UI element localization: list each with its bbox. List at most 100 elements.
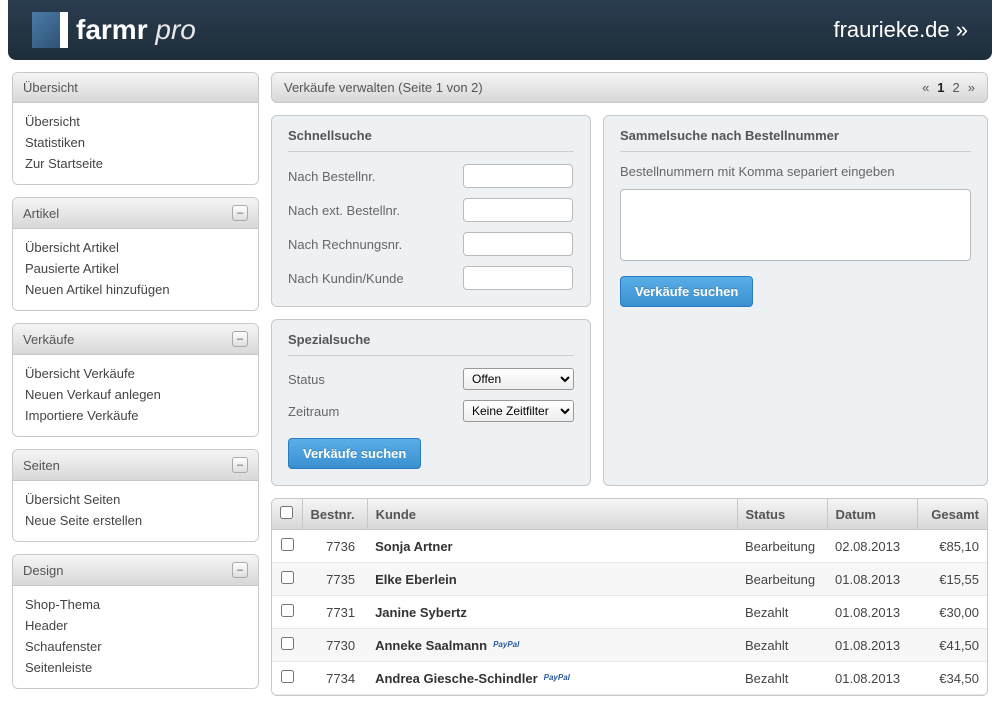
pagination-prev[interactable]: « xyxy=(922,80,929,95)
table-row: 7730Anneke SaalmannPayPalBezahlt01.08.20… xyxy=(272,629,987,662)
checkbox-select-all[interactable] xyxy=(280,506,293,519)
cell-kunde[interactable]: Sonja Artner xyxy=(367,530,737,563)
input-bestellnr[interactable] xyxy=(463,164,573,188)
sidebar-section-body: Übersicht VerkäufeNeuen Verkauf anlegenI… xyxy=(13,355,258,436)
table-row: 7734Andrea Giesche-SchindlerPayPalBezahl… xyxy=(272,662,987,695)
batch-search-button[interactable]: Verkäufe suchen xyxy=(620,276,753,307)
col-header-gesamt[interactable]: Gesamt xyxy=(917,499,987,530)
sidebar-item[interactable]: Importiere Verkäufe xyxy=(25,405,246,426)
special-search-title: Spezialsuche xyxy=(288,332,574,356)
batch-search-hint: Bestellnummern mit Komma separiert einge… xyxy=(620,164,971,179)
row-checkbox[interactable] xyxy=(281,670,294,683)
sidebar-item[interactable]: Übersicht Seiten xyxy=(25,489,246,510)
sidebar-section-body: Übersicht ArtikelPausierte ArtikelNeuen … xyxy=(13,229,258,310)
logo-text: farmr pro xyxy=(76,14,196,46)
cell-bestnr: 7731 xyxy=(302,596,367,629)
sidebar-section-title: Verkäufe xyxy=(23,332,74,347)
cell-gesamt: €15,55 xyxy=(917,563,987,596)
cell-kunde[interactable]: Andrea Giesche-SchindlerPayPal xyxy=(367,662,737,695)
sidebar-item[interactable]: Statistiken xyxy=(25,132,246,153)
cell-bestnr: 7735 xyxy=(302,563,367,596)
brand-sub: pro xyxy=(155,14,195,45)
collapse-icon[interactable]: – xyxy=(232,205,248,221)
content-header: Verkäufe verwalten (Seite 1 von 2) « 1 2… xyxy=(271,72,988,103)
header-shop-link[interactable]: fraurieke.de » xyxy=(833,17,968,43)
quick-search-box: Schnellsuche Nach Bestellnr. Nach ext. B… xyxy=(271,115,591,307)
sidebar-section-header: Design– xyxy=(13,555,258,586)
sidebar-section: Verkäufe – Übersicht VerkäufeNeuen Verkauf… xyxy=(12,323,259,437)
sidebar-item[interactable]: Übersicht xyxy=(25,111,246,132)
page-title: Verkäufe verwalten (Seite 1 von 2) xyxy=(284,80,483,95)
input-rechnungsnr[interactable] xyxy=(463,232,573,256)
logo: farmr pro xyxy=(32,12,196,48)
cell-bestnr: 7730 xyxy=(302,629,367,662)
sidebar-item[interactable]: Zur Startseite xyxy=(25,153,246,174)
input-kunde[interactable] xyxy=(463,266,573,290)
cell-datum: 01.08.2013 xyxy=(827,662,917,695)
row-checkbox[interactable] xyxy=(281,604,294,617)
batch-search-box: Sammelsuche nach Bestellnummer Bestellnu… xyxy=(603,115,988,486)
table-row: 7736Sonja ArtnerBearbeitung02.08.2013€85… xyxy=(272,530,987,563)
cell-datum: 01.08.2013 xyxy=(827,629,917,662)
cell-status: Bearbeitung xyxy=(737,530,827,563)
cell-status: Bezahlt xyxy=(737,629,827,662)
collapse-icon[interactable]: – xyxy=(232,331,248,347)
cell-gesamt: €34,50 xyxy=(917,662,987,695)
sidebar-section: ÜbersichtÜbersichtStatistikenZur Startse… xyxy=(12,72,259,185)
col-header-status[interactable]: Status xyxy=(737,499,827,530)
select-status[interactable]: Offen xyxy=(463,368,574,390)
quick-search-title: Schnellsuche xyxy=(288,128,574,152)
cell-status: Bezahlt xyxy=(737,596,827,629)
collapse-icon[interactable]: – xyxy=(232,562,248,578)
cell-gesamt: €85,10 xyxy=(917,530,987,563)
sidebar-section: Artikel–Übersicht ArtikelPausierte Artik… xyxy=(12,197,259,311)
col-header-kunde[interactable]: Kunde xyxy=(367,499,737,530)
col-header-datum[interactable]: Datum xyxy=(827,499,917,530)
sidebar-item[interactable]: Neuen Artikel hinzufügen xyxy=(25,279,246,300)
cell-kunde[interactable]: Anneke SaalmannPayPal xyxy=(367,629,737,662)
cell-kunde[interactable]: Janine Sybertz xyxy=(367,596,737,629)
pagination-page-1[interactable]: 1 xyxy=(937,80,944,95)
label-status: Status xyxy=(288,372,463,387)
sidebar-item[interactable]: Neue Seite erstellen xyxy=(25,510,246,531)
sidebar-item[interactable]: Neuen Verkauf anlegen xyxy=(25,384,246,405)
paypal-icon: PayPal xyxy=(544,673,576,685)
label-bestellnr: Nach Bestellnr. xyxy=(288,169,463,184)
app-header: farmr pro fraurieke.de » xyxy=(8,0,992,60)
logo-icon xyxy=(32,12,68,48)
select-zeitraum[interactable]: Keine Zeitfilter xyxy=(463,400,574,422)
collapse-icon[interactable]: – xyxy=(232,457,248,473)
row-checkbox[interactable] xyxy=(281,571,294,584)
cell-datum: 02.08.2013 xyxy=(827,530,917,563)
cell-gesamt: €41,50 xyxy=(917,629,987,662)
sidebar-section-title: Seiten xyxy=(23,458,60,473)
sidebar-item[interactable]: Übersicht Artikel xyxy=(25,237,246,258)
cell-datum: 01.08.2013 xyxy=(827,596,917,629)
pagination-page-2[interactable]: 2 xyxy=(953,80,960,95)
pagination-next[interactable]: » xyxy=(968,80,975,95)
sidebar-item[interactable]: Header xyxy=(25,615,246,636)
input-ext-bestellnr[interactable] xyxy=(463,198,573,222)
cell-datum: 01.08.2013 xyxy=(827,563,917,596)
pagination: « 1 2 » xyxy=(922,80,975,95)
cell-bestnr: 7736 xyxy=(302,530,367,563)
table-row: 7735Elke EberleinBearbeitung01.08.2013€1… xyxy=(272,563,987,596)
sidebar-item[interactable]: Shop-Thema xyxy=(25,594,246,615)
sidebar-section-body: ÜbersichtStatistikenZur Startseite xyxy=(13,103,258,184)
cell-gesamt: €30,00 xyxy=(917,596,987,629)
sidebar-item[interactable]: Übersicht Verkäufe xyxy=(25,363,246,384)
sidebar-section-body: Shop-ThemaHeaderSchaufensterSeitenleiste xyxy=(13,586,258,688)
row-checkbox[interactable] xyxy=(281,538,294,551)
row-checkbox[interactable] xyxy=(281,637,294,650)
cell-bestnr: 7734 xyxy=(302,662,367,695)
cell-kunde[interactable]: Elke Eberlein xyxy=(367,563,737,596)
sidebar-item[interactable]: Schaufenster xyxy=(25,636,246,657)
sidebar-item[interactable]: Pausierte Artikel xyxy=(25,258,246,279)
sidebar-section-header: Verkäufe – xyxy=(13,324,258,355)
sidebar-item[interactable]: Seitenleiste xyxy=(25,657,246,678)
batch-search-textarea[interactable] xyxy=(620,189,971,261)
sidebar-section-header: Übersicht xyxy=(13,73,258,103)
special-search-button[interactable]: Verkäufe suchen xyxy=(288,438,421,469)
col-header-bestnr[interactable]: Bestnr. xyxy=(302,499,367,530)
label-kunde: Nach Kundin/Kunde xyxy=(288,271,463,286)
